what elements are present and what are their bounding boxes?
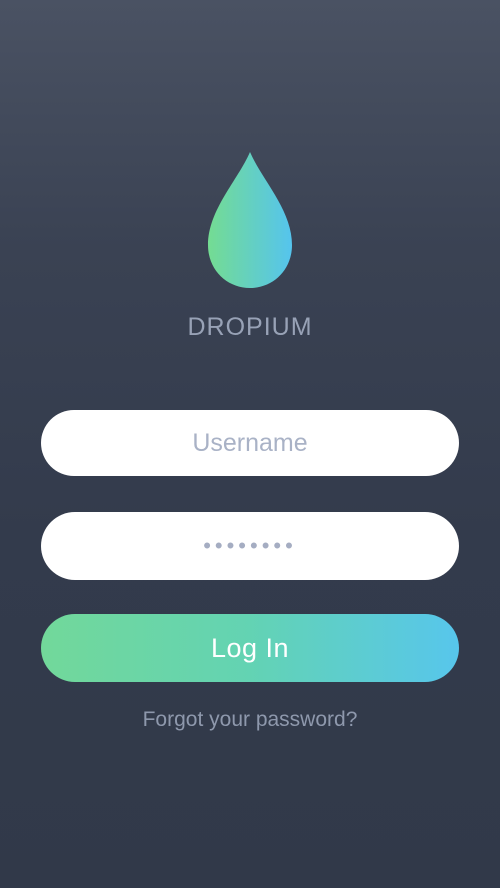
username-input[interactable] (41, 409, 459, 477)
username-field-container (41, 409, 459, 477)
password-field-container (41, 511, 459, 581)
login-screen: DROPIUM Log In Forgot your password? (0, 0, 500, 888)
water-drop-icon (205, 150, 295, 290)
app-brand-name: DROPIUM (187, 313, 313, 341)
password-input[interactable] (41, 511, 459, 581)
forgot-password-link[interactable]: Forgot your password? (0, 708, 500, 732)
login-button[interactable]: Log In (41, 614, 459, 682)
